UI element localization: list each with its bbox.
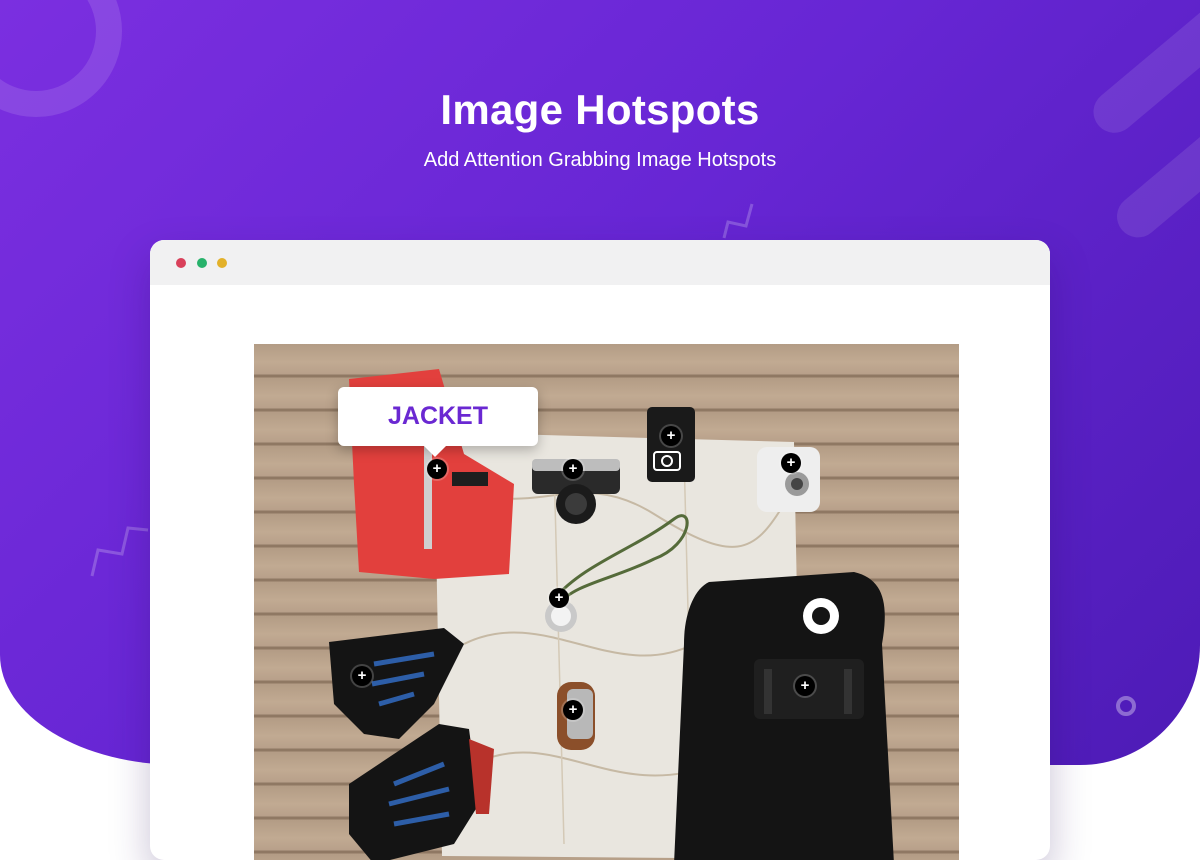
hotspot-camera[interactable]: + xyxy=(563,459,583,479)
product-image: + + + + + + + + JACKET xyxy=(254,344,959,860)
decorative-small-ring xyxy=(1116,696,1136,716)
browser-window: + + + + + + + + JACKET xyxy=(150,240,1050,860)
maximize-dot[interactable] xyxy=(217,258,227,268)
page-title: Image Hotspots xyxy=(440,86,760,133)
minimize-dot[interactable] xyxy=(197,258,207,268)
hotspot-backpack[interactable]: + xyxy=(795,676,815,696)
browser-title-bar xyxy=(150,240,1050,285)
page-subtitle: Add Attention Grabbing Image Hotspots xyxy=(423,149,777,171)
hotspot-notebook[interactable]: + xyxy=(661,426,681,446)
hotspot-multitool[interactable]: + xyxy=(563,700,583,720)
hotspot-instant-camera[interactable]: + xyxy=(781,453,801,473)
hotspot-boot[interactable]: + xyxy=(352,666,372,686)
close-dot[interactable] xyxy=(176,258,186,268)
hotspot-jacket[interactable]: + xyxy=(427,459,447,479)
hotspot-tooltip: JACKET xyxy=(338,387,538,446)
tooltip-arrow xyxy=(424,446,446,457)
decorative-zigzag xyxy=(722,203,754,239)
decorative-zigzag xyxy=(90,526,149,577)
hotspot-compass[interactable]: + xyxy=(549,588,569,608)
